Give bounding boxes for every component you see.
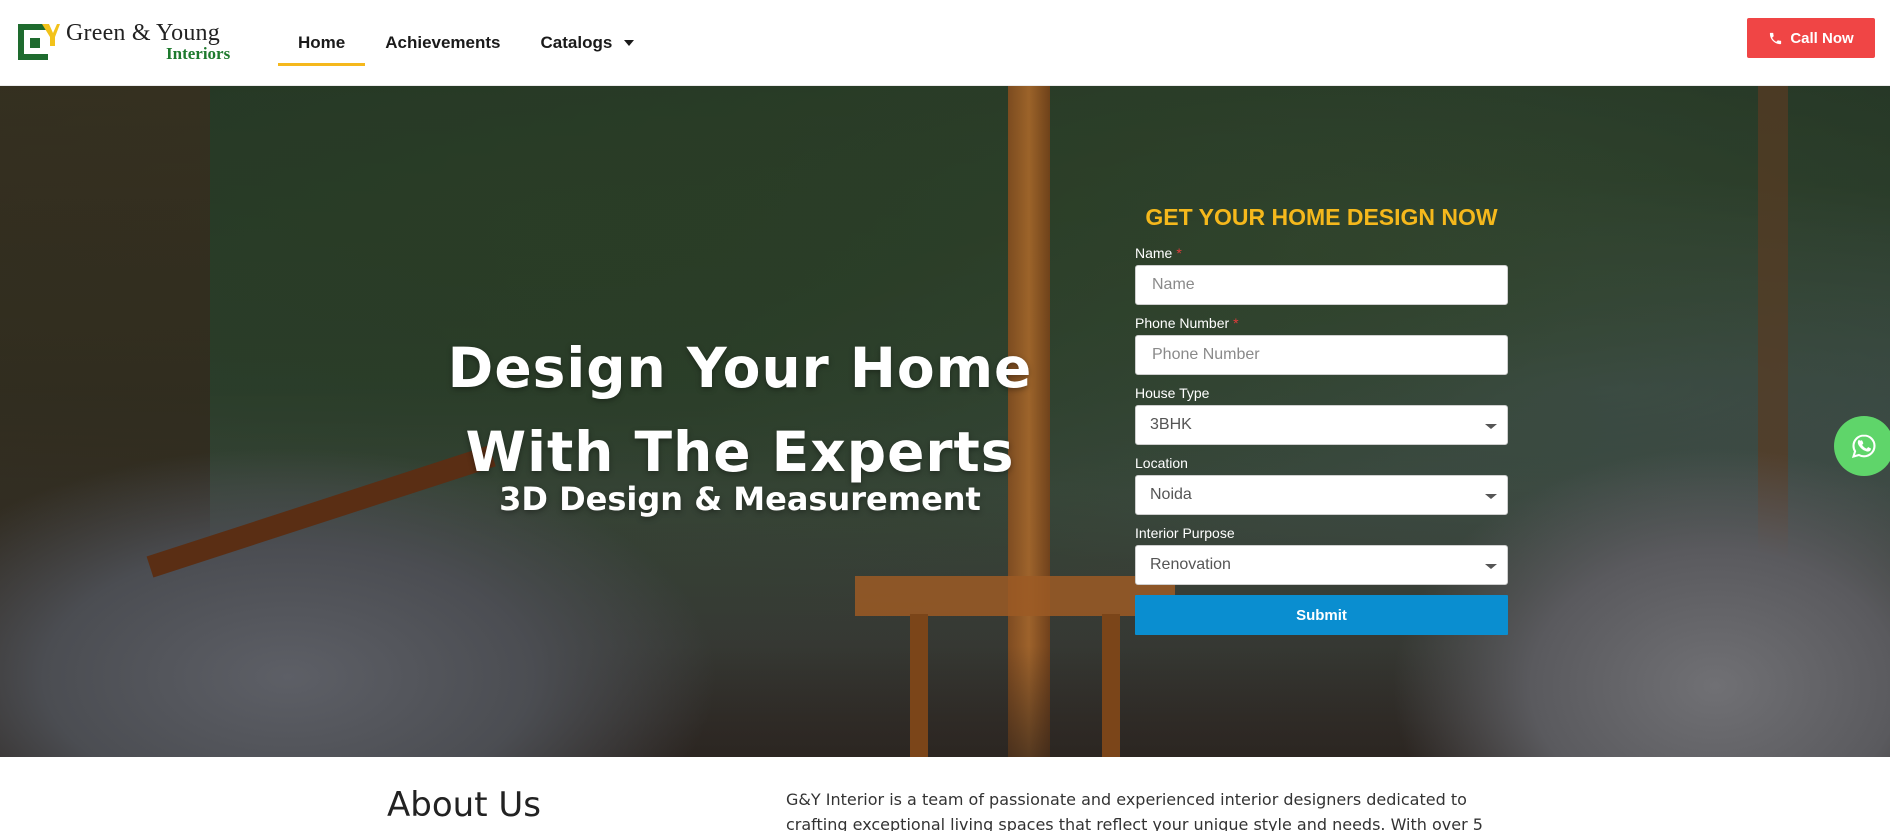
name-field[interactable] — [1135, 265, 1508, 305]
phone-input[interactable] — [1152, 346, 1491, 364]
chevron-down-icon — [624, 40, 635, 46]
about-text: G&Y Interior is a team of passionate and… — [786, 790, 1483, 831]
purpose-label: Interior Purpose — [1135, 525, 1235, 541]
chevron-down-icon — [1485, 424, 1497, 429]
call-now-button[interactable]: Call Now — [1747, 18, 1875, 58]
chevron-down-icon — [1485, 564, 1497, 569]
name-input[interactable] — [1152, 276, 1491, 294]
hero-background-table — [855, 576, 1175, 616]
whatsapp-button[interactable] — [1834, 416, 1890, 476]
purpose-select[interactable]: Renovation — [1135, 545, 1508, 585]
logo-sub: Interiors — [166, 44, 231, 63]
hero-title-line: Design Your Home — [447, 336, 1033, 400]
design-request-form: GET YOUR HOME DESIGN NOW Name* Phone Num… — [1135, 198, 1508, 635]
phone-label: Phone Number * — [1135, 315, 1239, 331]
nav-item-catalogs[interactable]: Catalogs — [521, 22, 655, 64]
hero-title: Design Your Home With The Experts — [440, 326, 1040, 494]
nav-item-label: Catalogs — [540, 33, 613, 52]
site-header: Green & Young Interiors Home Achievement… — [0, 0, 1890, 86]
location-value: Noida — [1150, 486, 1192, 503]
required-marker: * — [1233, 315, 1239, 331]
required-marker: * — [1176, 245, 1182, 261]
chevron-down-icon — [1485, 494, 1497, 499]
hero-subtitle: 3D Design & Measurement — [499, 480, 981, 518]
purpose-value: Renovation — [1150, 556, 1231, 573]
location-label: Location — [1135, 455, 1188, 471]
house-type-value: 3BHK — [1150, 416, 1192, 433]
nav-item-home[interactable]: Home — [278, 22, 366, 66]
phone-field[interactable] — [1135, 335, 1508, 375]
nav-item-achievements[interactable]: Achievements — [365, 22, 520, 64]
about-section: About Us G&Y Interior is a team of passi… — [0, 757, 1890, 831]
about-title: About Us — [387, 785, 541, 825]
house-type-label: House Type — [1135, 385, 1210, 401]
form-title: GET YOUR HOME DESIGN NOW — [1145, 204, 1498, 230]
whatsapp-icon — [1851, 434, 1876, 459]
location-select[interactable]: Noida — [1135, 475, 1508, 515]
hero-background-table-legs — [910, 614, 1120, 757]
main-nav: Home Achievements Catalogs — [278, 22, 655, 66]
phone-icon — [1770, 32, 1782, 44]
nav-item-label: Achievements — [385, 33, 501, 52]
submit-button[interactable]: Submit — [1135, 595, 1508, 635]
logo[interactable]: Green & Young Interiors — [18, 20, 248, 63]
logo-mark-icon — [18, 24, 60, 60]
name-label: Name * — [1135, 245, 1182, 261]
hero-section: Design Your Home With The Experts 3D Des… — [0, 86, 1890, 757]
nav-item-label: Home — [298, 33, 346, 52]
logo-brand: Green & Young — [66, 20, 220, 46]
call-now-label: Call Now — [1790, 29, 1854, 47]
house-type-select[interactable]: 3BHK — [1135, 405, 1508, 445]
